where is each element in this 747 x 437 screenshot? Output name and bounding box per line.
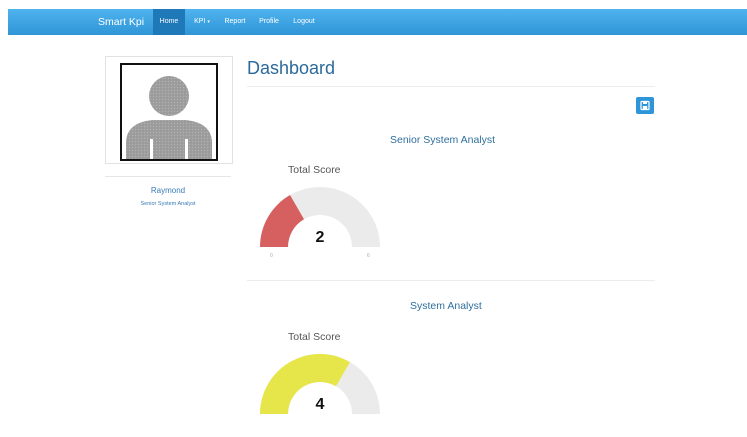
page-title: Dashboard: [247, 58, 336, 78]
gauge-min-label: 0: [270, 253, 273, 259]
profile-card: [105, 56, 233, 164]
nav-home[interactable]: Home: [153, 9, 185, 35]
role-heading-senior-system-analyst: Senior System Analyst: [390, 134, 496, 146]
nav-profile-label: Profile: [259, 18, 279, 25]
profile-name: Raymond: [150, 186, 186, 195]
user-silhouette-icon: [126, 76, 212, 159]
brand-link[interactable]: Smart Kpi: [98, 9, 144, 35]
top-navbar: Smart Kpi Home KPI ▾ Report Profile Logou…: [8, 9, 747, 35]
profile-title: Senior System Analyst: [140, 201, 196, 207]
gauge-value: 4: [316, 396, 325, 413]
nav-logout-label: Logout: [293, 18, 315, 25]
nav-home-label: Home: [159, 18, 179, 25]
total-score-gauge: 4: [260, 354, 380, 414]
total-score-label: Total Score: [288, 331, 341, 343]
nav-logout[interactable]: Logout: [289, 9, 319, 35]
save-button[interactable]: [636, 97, 654, 114]
nav-kpi-label: KPI: [194, 18, 206, 25]
floppy-disk-icon: [640, 100, 650, 111]
role-heading-system-analyst: System Analyst: [410, 300, 482, 312]
chevron-down-icon: ▾: [207, 19, 210, 25]
nav-report[interactable]: Report: [219, 9, 251, 35]
total-score-label: Total Score: [288, 164, 341, 176]
title-divider: [247, 86, 655, 87]
avatar: [120, 63, 218, 161]
profile-divider: [105, 176, 231, 177]
nav-kpi-dropdown[interactable]: KPI ▾: [188, 9, 216, 35]
nav-report-label: Report: [224, 18, 246, 25]
gauge-fill: [260, 354, 350, 414]
gauge-value: 2: [316, 229, 325, 246]
nav-profile[interactable]: Profile: [254, 9, 284, 35]
section-divider: [247, 280, 655, 281]
gauge-max-label: 6: [367, 253, 370, 259]
